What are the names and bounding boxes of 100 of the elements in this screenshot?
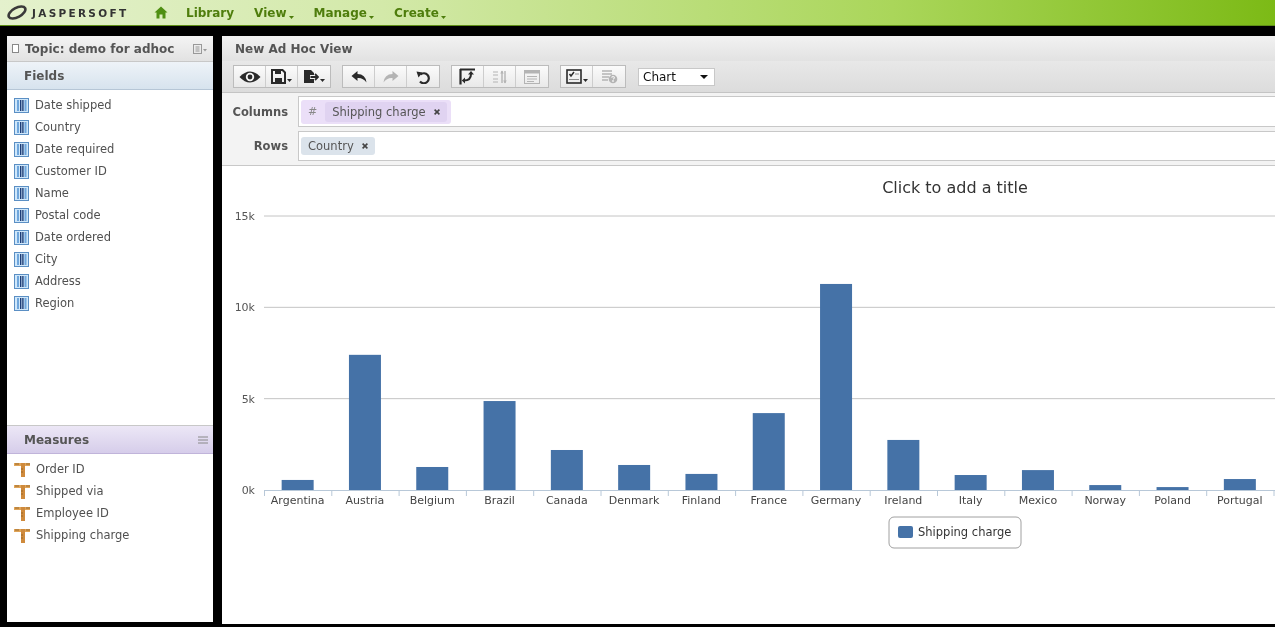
- ruler-icon: [14, 527, 30, 543]
- field-item[interactable]: Country: [7, 116, 213, 138]
- y-axis-label: 15k: [234, 210, 255, 223]
- chart-bar[interactable]: [618, 465, 651, 490]
- chart-bar[interactable]: [281, 479, 314, 490]
- menu-icon[interactable]: [193, 43, 207, 54]
- field-item[interactable]: Postal code: [7, 204, 213, 226]
- section-title: Fields: [24, 68, 65, 83]
- nav-link[interactable]: Create: [393, 5, 446, 20]
- list-help-icon: [600, 69, 618, 84]
- x-axis-label: Denmark: [608, 494, 660, 507]
- x-axis-label: Brazil: [484, 494, 515, 507]
- view-type-select[interactable]: Chart: [638, 67, 715, 86]
- x-axis-label: Argentina: [270, 494, 325, 507]
- toolbar-button[interactable]: [266, 66, 298, 87]
- topic-icon: [12, 44, 19, 53]
- panel-title: Topic: demo for adhoc: [25, 41, 176, 56]
- nav-link[interactable]: View: [254, 5, 294, 20]
- home-icon[interactable]: [154, 6, 168, 19]
- field-item[interactable]: Shipping charge: [7, 524, 213, 546]
- chart-bar[interactable]: [1156, 487, 1189, 490]
- toolbar-button[interactable]: [343, 66, 375, 87]
- x-axis-label: Ireland: [884, 494, 923, 507]
- x-axis-label: Norway: [1084, 494, 1127, 507]
- field-item[interactable]: City: [7, 248, 213, 270]
- chart-bar[interactable]: [954, 475, 987, 490]
- chart-bar[interactable]: [483, 401, 516, 490]
- field-item[interactable]: Name: [7, 182, 213, 204]
- field-item[interactable]: Shipped via: [7, 480, 213, 502]
- chart-bar[interactable]: [1089, 485, 1122, 490]
- toolbar-button[interactable]: [234, 66, 266, 87]
- view-title: New Ad Hoc View: [235, 41, 353, 56]
- field-item[interactable]: Order ID: [7, 458, 213, 480]
- field-item[interactable]: Date shipped: [7, 94, 213, 116]
- x-axis-label: Mexico: [1018, 494, 1058, 507]
- field-item[interactable]: Address: [7, 270, 213, 292]
- x-axis-label: Canada: [545, 494, 588, 507]
- column-field-icon: [14, 141, 29, 157]
- field-pill[interactable]: Country: [301, 137, 375, 155]
- x-axis-label: Finland: [681, 494, 722, 507]
- nav-link[interactable]: Manage: [313, 5, 374, 20]
- chart-bar[interactable]: [887, 439, 920, 490]
- caret-icon: [582, 79, 588, 82]
- field-item[interactable]: Date required: [7, 138, 213, 160]
- legend-label[interactable]: Shipping charge: [918, 525, 1012, 539]
- logo-swoosh-icon: [6, 5, 28, 20]
- column-field-icon: [14, 185, 29, 201]
- toolbar-button[interactable]: [407, 66, 439, 87]
- field-item[interactable]: Region: [7, 292, 213, 314]
- x-axis-label: Italy: [958, 494, 983, 507]
- chart-bar[interactable]: [1223, 479, 1256, 490]
- caret-icon: [700, 74, 708, 79]
- caret-icon: [368, 15, 374, 19]
- close-icon[interactable]: [361, 143, 368, 149]
- shelf-label: Rows: [252, 139, 288, 153]
- shelf-label: Columns: [231, 104, 288, 119]
- x-axis-label: Poland: [1154, 494, 1191, 507]
- toolbar-button[interactable]: [452, 66, 484, 87]
- nav-link[interactable]: Library: [186, 5, 235, 20]
- column-field-icon: [14, 119, 29, 135]
- ruler-icon: [14, 505, 30, 521]
- logo-text: JASPERSOFT: [32, 6, 129, 19]
- measure-tag[interactable]: # Shipping charge: [301, 99, 451, 124]
- chart-bar[interactable]: [348, 354, 381, 490]
- x-axis-label: Belgium: [409, 494, 455, 507]
- close-icon[interactable]: [433, 108, 440, 115]
- y-axis-label: 10k: [234, 301, 255, 315]
- chart-title[interactable]: Click to add a title: [882, 178, 1028, 197]
- measure-sign: #: [308, 105, 318, 118]
- y-axis-label: 5k: [241, 392, 255, 406]
- chart-bar[interactable]: [685, 473, 718, 490]
- toolbar-button[interactable]: [561, 66, 593, 87]
- sort-icon: [491, 68, 508, 85]
- column-field-icon: [14, 163, 29, 179]
- chart-bar[interactable]: [820, 283, 853, 490]
- column-field-icon: [14, 273, 29, 289]
- caret-icon: [287, 79, 292, 82]
- chart-bar[interactable]: [416, 467, 449, 490]
- field-item[interactable]: Date ordered: [7, 226, 213, 248]
- column-field-icon: [14, 229, 29, 245]
- field-item[interactable]: Employee ID: [7, 502, 213, 524]
- x-axis-label: Germany: [810, 494, 862, 507]
- toolbar-button[interactable]: [298, 66, 330, 87]
- redo-icon: [382, 70, 399, 83]
- field-pill[interactable]: Shipping charge: [325, 101, 447, 122]
- list-icon: [524, 69, 540, 84]
- chart-bar[interactable]: [550, 450, 583, 490]
- chart-bar[interactable]: [752, 413, 785, 490]
- column-field-icon: [14, 251, 29, 267]
- caret-icon: [440, 15, 446, 19]
- caret-icon: [288, 15, 294, 19]
- column-field-icon: [14, 207, 29, 223]
- ruler-icon: [14, 461, 30, 477]
- circular-arrow-icon: [416, 69, 430, 84]
- x-axis-label: Portugal: [1217, 494, 1263, 507]
- pivot-icon: [459, 68, 476, 85]
- chart-bar[interactable]: [1021, 470, 1054, 490]
- section-title: Measures: [24, 432, 90, 447]
- ruler-icon: [14, 483, 30, 499]
- field-item[interactable]: Customer ID: [7, 160, 213, 182]
